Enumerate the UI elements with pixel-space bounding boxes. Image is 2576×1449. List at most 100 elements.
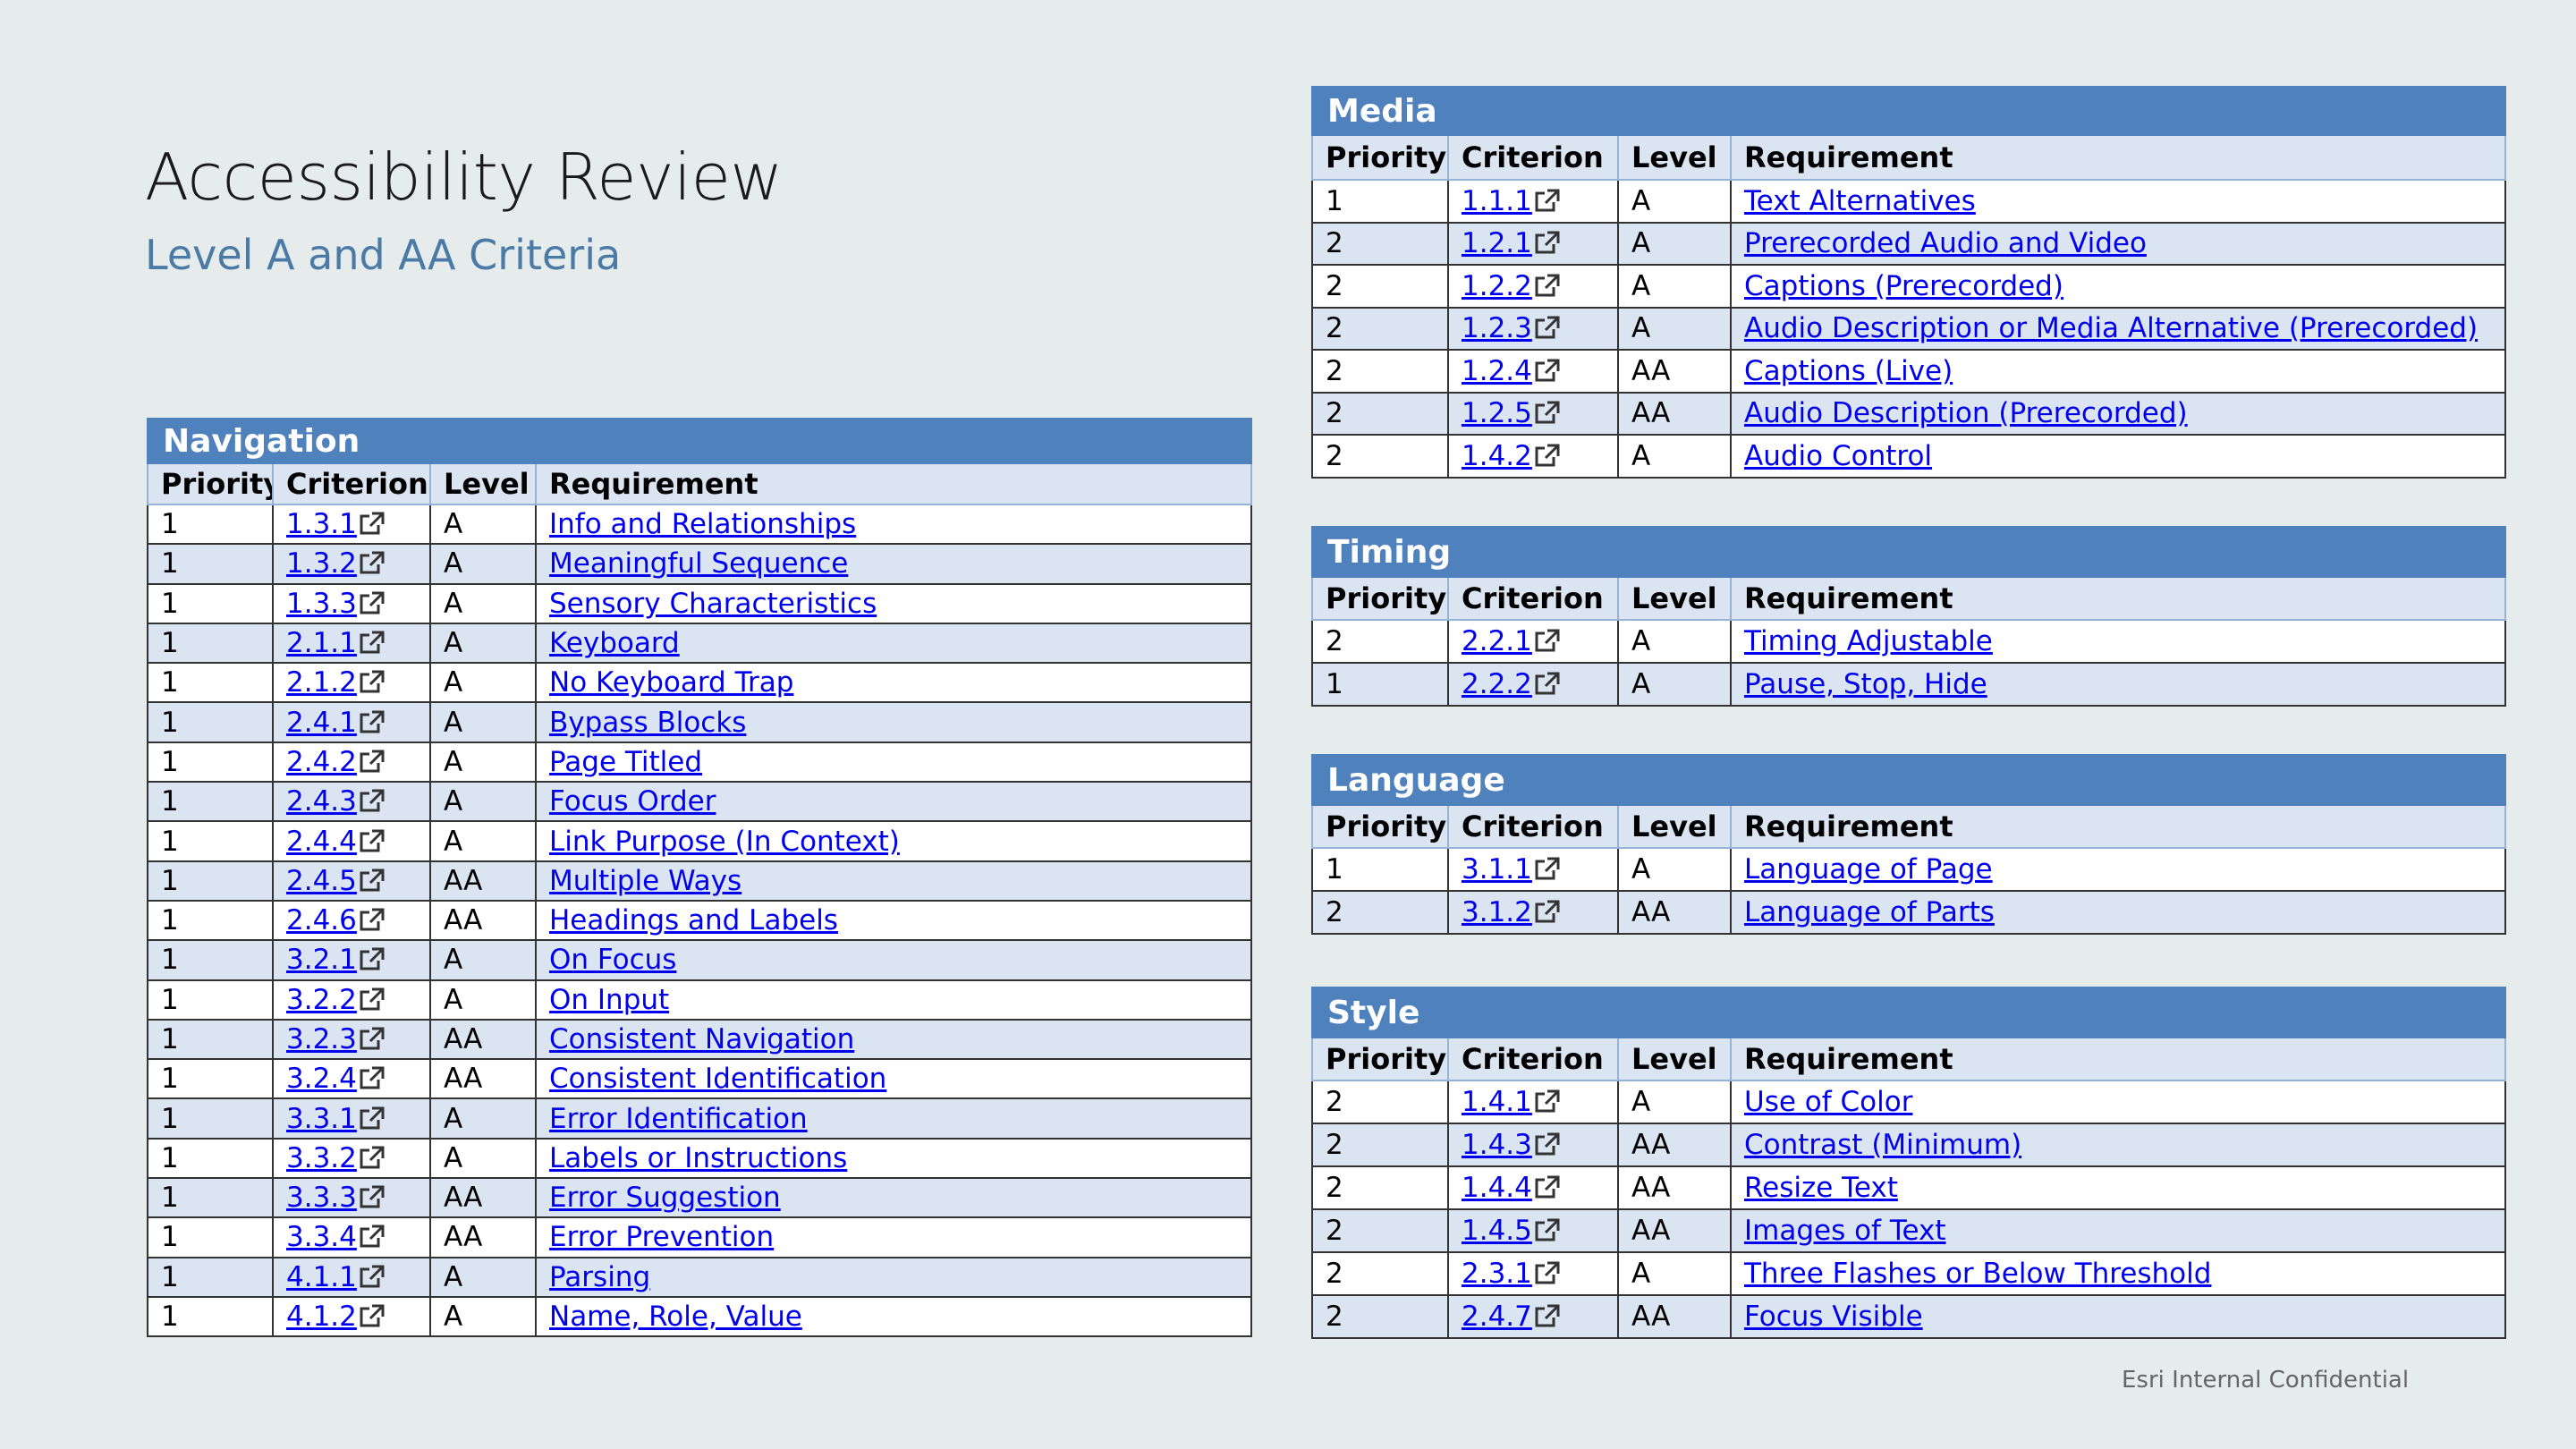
external-link-icon[interactable] (359, 987, 386, 1012)
requirement-link[interactable]: Text Alternatives (1744, 185, 1976, 217)
external-link-icon[interactable] (359, 709, 386, 734)
criterion-link[interactable]: 2.3.1 (1462, 1258, 1532, 1290)
external-link-icon[interactable] (359, 788, 386, 813)
criterion-link[interactable]: 2.4.7 (1462, 1301, 1532, 1333)
external-link-icon[interactable] (1534, 856, 1561, 881)
external-link-icon[interactable] (359, 630, 386, 655)
external-link-icon[interactable] (1534, 358, 1561, 383)
external-link-icon[interactable] (1534, 188, 1561, 213)
external-link-icon[interactable] (1534, 1174, 1561, 1199)
requirement-link[interactable]: Labels or Instructions (549, 1142, 847, 1174)
requirement-link[interactable]: Timing Adjustable (1744, 625, 1993, 657)
external-link-icon[interactable] (1534, 1131, 1561, 1157)
requirement-link[interactable]: Error Prevention (549, 1221, 774, 1253)
criterion-link[interactable]: 3.1.1 (1462, 853, 1532, 886)
criterion-link[interactable]: 1.4.1 (1462, 1086, 1532, 1118)
criterion-link[interactable]: 2.4.2 (286, 746, 357, 778)
requirement-link[interactable]: Multiple Ways (549, 865, 741, 897)
requirement-link[interactable]: Resize Text (1744, 1172, 1898, 1204)
external-link-icon[interactable] (359, 749, 386, 774)
requirement-link[interactable]: On Input (549, 984, 669, 1016)
requirement-link[interactable]: Link Purpose (In Context) (549, 826, 900, 858)
criterion-link[interactable]: 3.2.4 (286, 1063, 357, 1095)
requirement-link[interactable]: Prerecorded Audio and Video (1744, 227, 2147, 259)
requirement-link[interactable]: Contrast (Minimum) (1744, 1129, 2021, 1161)
criterion-link[interactable]: 3.1.2 (1462, 896, 1532, 928)
requirement-link[interactable]: Focus Visible (1744, 1301, 1923, 1333)
external-link-icon[interactable] (1534, 1303, 1561, 1328)
external-link-icon[interactable] (1534, 1260, 1561, 1285)
external-link-icon[interactable] (359, 1065, 386, 1090)
requirement-link[interactable]: Language of Page (1744, 853, 1993, 886)
criterion-link[interactable]: 1.4.2 (1462, 440, 1532, 472)
external-link-icon[interactable] (359, 1224, 386, 1249)
requirement-link[interactable]: Error Identification (549, 1103, 808, 1135)
requirement-link[interactable]: Error Suggestion (549, 1182, 781, 1214)
requirement-link[interactable]: Sensory Characteristics (549, 588, 877, 620)
requirement-link[interactable]: Captions (Live) (1744, 355, 1953, 387)
criterion-link[interactable]: 1.2.5 (1462, 397, 1532, 429)
criterion-link[interactable]: 2.1.1 (286, 627, 357, 659)
criterion-link[interactable]: 1.1.1 (1462, 185, 1532, 217)
requirement-link[interactable]: Consistent Identification (549, 1063, 886, 1095)
requirement-link[interactable]: Captions (Prerecorded) (1744, 270, 2063, 302)
external-link-icon[interactable] (1534, 273, 1561, 298)
criterion-link[interactable]: 2.4.1 (286, 707, 357, 739)
requirement-link[interactable]: Info and Relationships (549, 508, 856, 540)
requirement-link[interactable]: Page Titled (549, 746, 702, 778)
requirement-link[interactable]: Name, Role, Value (549, 1301, 802, 1333)
external-link-icon[interactable] (1534, 315, 1561, 340)
external-link-icon[interactable] (359, 550, 386, 575)
criterion-link[interactable]: 2.4.5 (286, 865, 357, 897)
criterion-link[interactable]: 1.2.3 (1462, 312, 1532, 344)
criterion-link[interactable]: 3.2.3 (286, 1023, 357, 1055)
external-link-icon[interactable] (359, 868, 386, 893)
requirement-link[interactable]: On Focus (549, 944, 676, 976)
external-link-icon[interactable] (1534, 443, 1561, 468)
requirement-link[interactable]: Parsing (549, 1261, 650, 1293)
external-link-icon[interactable] (359, 511, 386, 536)
criterion-link[interactable]: 2.2.1 (1462, 625, 1532, 657)
external-link-icon[interactable] (359, 1026, 386, 1051)
external-link-icon[interactable] (359, 1106, 386, 1131)
requirement-link[interactable]: Keyboard (549, 627, 680, 659)
criterion-link[interactable]: 1.4.3 (1462, 1129, 1532, 1161)
requirement-link[interactable]: Bypass Blocks (549, 707, 746, 739)
criterion-link[interactable]: 1.2.1 (1462, 227, 1532, 259)
criterion-link[interactable]: 1.3.2 (286, 547, 357, 580)
criterion-link[interactable]: 2.4.3 (286, 785, 357, 818)
external-link-icon[interactable] (1534, 1089, 1561, 1114)
criterion-link[interactable]: 1.4.4 (1462, 1172, 1532, 1204)
criterion-link[interactable]: 1.3.1 (286, 508, 357, 540)
external-link-icon[interactable] (359, 1303, 386, 1328)
criterion-link[interactable]: 3.3.1 (286, 1103, 357, 1135)
external-link-icon[interactable] (359, 669, 386, 694)
requirement-link[interactable]: Images of Text (1744, 1215, 1946, 1247)
criterion-link[interactable]: 2.4.6 (286, 904, 357, 936)
external-link-icon[interactable] (359, 1184, 386, 1209)
requirement-link[interactable]: Consistent Navigation (549, 1023, 854, 1055)
requirement-link[interactable]: Audio Control (1744, 440, 1932, 472)
criterion-link[interactable]: 3.2.1 (286, 944, 357, 976)
external-link-icon[interactable] (359, 907, 386, 932)
criterion-link[interactable]: 1.2.2 (1462, 270, 1532, 302)
requirement-link[interactable]: Three Flashes or Below Threshold (1744, 1258, 2211, 1290)
requirement-link[interactable]: Meaningful Sequence (549, 547, 848, 580)
external-link-icon[interactable] (359, 946, 386, 971)
criterion-link[interactable]: 3.3.3 (286, 1182, 357, 1214)
external-link-icon[interactable] (359, 828, 386, 853)
criterion-link[interactable]: 3.3.4 (286, 1221, 357, 1253)
external-link-icon[interactable] (359, 1145, 386, 1170)
external-link-icon[interactable] (1534, 671, 1561, 696)
criterion-link[interactable]: 2.1.2 (286, 666, 357, 699)
requirement-link[interactable]: Pause, Stop, Hide (1744, 668, 1987, 700)
requirement-link[interactable]: Use of Color (1744, 1086, 1912, 1118)
external-link-icon[interactable] (359, 590, 386, 615)
requirement-link[interactable]: Audio Description (Prerecorded) (1744, 397, 2188, 429)
criterion-link[interactable]: 4.1.1 (286, 1261, 357, 1293)
external-link-icon[interactable] (1534, 899, 1561, 924)
external-link-icon[interactable] (1534, 230, 1561, 255)
criterion-link[interactable]: 3.3.2 (286, 1142, 357, 1174)
requirement-link[interactable]: Focus Order (549, 785, 716, 818)
external-link-icon[interactable] (1534, 1217, 1561, 1242)
